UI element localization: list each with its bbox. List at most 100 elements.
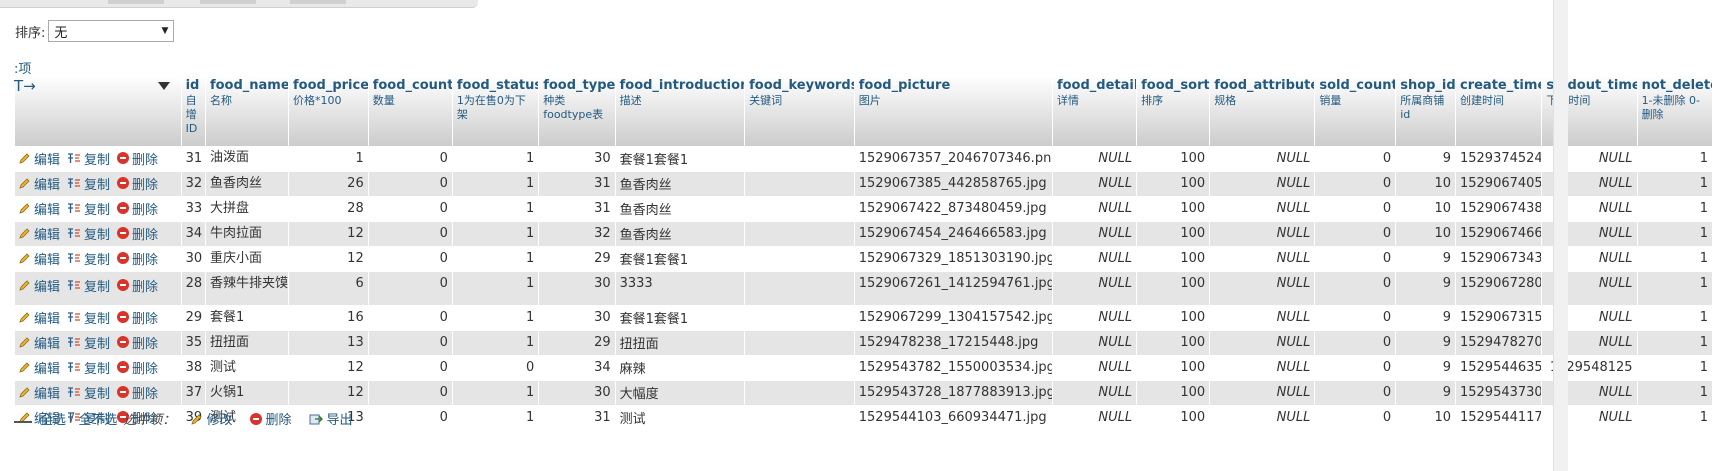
cell-shop-id[interactable]: 9 — [1395, 330, 1456, 356]
cell-food-price[interactable]: 16 — [288, 305, 369, 331]
cell-id[interactable]: 29 — [181, 305, 206, 331]
header-food-price[interactable]: food_price 价格*100 — [288, 76, 369, 146]
cell-food-sort[interactable]: 100 — [1136, 146, 1211, 172]
cell-food-sort[interactable]: 100 — [1136, 221, 1211, 247]
cell-food-sort[interactable]: 100 — [1136, 271, 1211, 306]
cell-food-name[interactable]: 牛肉拉面 — [205, 221, 290, 247]
cell-food-sort[interactable]: 100 — [1136, 380, 1211, 406]
cell-not-delete[interactable]: 1 — [1637, 221, 1714, 247]
cell-food-attribute[interactable]: NULL — [1209, 171, 1316, 197]
column-name[interactable]: shop_id — [1400, 78, 1454, 94]
cell-food-name[interactable]: 测试 — [205, 355, 290, 381]
bulk-edit-button[interactable]: 修改 — [191, 409, 232, 428]
cell-food-count[interactable]: 0 — [368, 221, 453, 247]
edit-link[interactable]: 编辑 — [19, 224, 60, 243]
cell-food-type[interactable]: 29 — [538, 246, 616, 272]
cell-food-price[interactable]: 26 — [288, 171, 369, 197]
cell-food-price[interactable]: 12 — [288, 221, 369, 247]
cell-food-status[interactable]: 1 — [452, 380, 540, 406]
cell-food-sort[interactable]: 100 — [1136, 330, 1211, 356]
cell-food-keywords[interactable] — [744, 196, 855, 222]
cell-food-type[interactable]: 31 — [538, 171, 616, 197]
copy-link[interactable]: 复制 — [67, 149, 110, 168]
delete-link[interactable]: 删除 — [117, 308, 158, 327]
header-food-detail[interactable]: food_detail 详情 — [1052, 76, 1138, 146]
cell-shop-id[interactable]: 10 — [1395, 171, 1456, 197]
edit-link[interactable]: 编辑 — [19, 383, 60, 402]
header-not-delete[interactable]: not_delete 1-未删除 0-删除 — [1637, 76, 1714, 146]
cell-create-time[interactable]: 1529067438 — [1455, 196, 1543, 222]
cell-shop-id[interactable]: 9 — [1395, 305, 1456, 331]
cell-shop-id[interactable]: 9 — [1395, 246, 1456, 272]
cell-sold-count[interactable]: 0 — [1314, 246, 1397, 272]
cell-shop-id[interactable]: 10 — [1395, 221, 1456, 247]
check-all-link[interactable]: 全选 — [40, 409, 66, 428]
cell-food-picture[interactable]: 1529543782_1550003534.jpg — [854, 355, 1053, 381]
column-name[interactable]: not_delete — [1642, 78, 1712, 94]
cell-sold-count[interactable]: 0 — [1314, 330, 1397, 356]
cell-id[interactable]: 30 — [181, 246, 206, 272]
cell-not-delete[interactable]: 1 — [1637, 380, 1714, 406]
bulk-delete-button[interactable]: 删除 — [250, 409, 291, 428]
sort-select[interactable]: 无 ▼ — [48, 20, 175, 42]
cell-not-delete[interactable]: 1 — [1637, 355, 1714, 381]
cell-food-keywords[interactable] — [744, 171, 855, 197]
cell-food-name[interactable]: 火锅1 — [205, 380, 290, 406]
cell-food-detail[interactable]: NULL — [1052, 196, 1138, 222]
cell-food-detail[interactable]: NULL — [1052, 355, 1138, 381]
cell-food-picture[interactable]: 1529067422_873480459.jpg — [854, 196, 1053, 222]
cell-food-keywords[interactable] — [744, 330, 855, 356]
delete-link[interactable]: 删除 — [117, 358, 158, 377]
cell-food-keywords[interactable] — [744, 305, 855, 331]
edit-link[interactable]: 编辑 — [19, 149, 60, 168]
cell-food-keywords[interactable] — [744, 271, 855, 306]
cell-food-status[interactable]: 1 — [452, 171, 540, 197]
cell-food-count[interactable]: 0 — [368, 271, 453, 306]
vertical-scrollbar[interactable] — [1553, 0, 1568, 471]
cell-sold-count[interactable]: 0 — [1314, 221, 1397, 247]
cell-food-detail[interactable]: NULL — [1052, 221, 1138, 247]
cell-food-introduction[interactable]: 鱼香肉丝 — [615, 221, 746, 247]
cell-food-sort[interactable]: 100 — [1136, 305, 1211, 331]
delete-link[interactable]: 删除 — [117, 199, 158, 218]
cell-food-sort[interactable]: 100 — [1136, 405, 1211, 431]
cell-food-picture[interactable]: 1529067385_442858765.jpg — [854, 171, 1053, 197]
cell-food-name[interactable]: 扭扭面 — [205, 330, 290, 356]
header-food-picture[interactable]: food_picture 图片 — [854, 76, 1053, 146]
cell-id[interactable]: 32 — [181, 171, 206, 197]
cell-food-detail[interactable]: NULL — [1052, 305, 1138, 331]
cell-food-attribute[interactable]: NULL — [1209, 196, 1316, 222]
copy-link[interactable]: 复制 — [67, 199, 110, 218]
column-name[interactable]: food_count — [373, 78, 452, 94]
cell-food-introduction[interactable]: 大幅度 — [615, 380, 746, 406]
header-food-keywords[interactable]: food_keywords 关键词 — [744, 76, 855, 146]
header-id[interactable]: id 自增ID — [181, 76, 206, 146]
cell-food-count[interactable]: 0 — [368, 405, 453, 431]
header-food-sort[interactable]: food_sort 排序 — [1136, 76, 1211, 146]
delete-link[interactable]: 删除 — [117, 333, 158, 352]
cell-food-sort[interactable]: 100 — [1136, 355, 1211, 381]
cell-food-status[interactable]: 1 — [452, 246, 540, 272]
delete-link[interactable]: 删除 — [117, 249, 158, 268]
edit-link[interactable]: 编辑 — [19, 308, 60, 327]
column-name[interactable]: sold_count — [1319, 78, 1394, 94]
cell-food-attribute[interactable]: NULL — [1209, 330, 1316, 356]
copy-link[interactable]: 复制 — [67, 333, 110, 352]
column-name[interactable]: food_keywords — [749, 78, 853, 94]
cell-food-sort[interactable]: 100 — [1136, 196, 1211, 222]
cell-sold-count[interactable]: 0 — [1314, 305, 1397, 331]
copy-link[interactable]: 复制 — [67, 358, 110, 377]
header-sold-count[interactable]: sold_count 销量 — [1314, 76, 1397, 146]
cell-create-time[interactable]: 1529067280 — [1455, 271, 1543, 306]
cell-food-status[interactable]: 1 — [452, 305, 540, 331]
edit-link[interactable]: 编辑 — [19, 276, 60, 295]
header-food-name[interactable]: food_name 名称 — [205, 76, 290, 146]
cell-food-attribute[interactable]: NULL — [1209, 305, 1316, 331]
cell-shop-id[interactable]: 9 — [1395, 380, 1456, 406]
cell-food-count[interactable]: 0 — [368, 196, 453, 222]
cell-food-introduction[interactable]: 套餐1套餐1 — [615, 246, 746, 272]
column-name[interactable]: food_introduction — [620, 78, 744, 94]
cell-food-type[interactable]: 30 — [538, 271, 616, 306]
cell-sold-count[interactable]: 0 — [1314, 146, 1397, 172]
cell-food-name[interactable]: 套餐1 — [205, 305, 290, 331]
